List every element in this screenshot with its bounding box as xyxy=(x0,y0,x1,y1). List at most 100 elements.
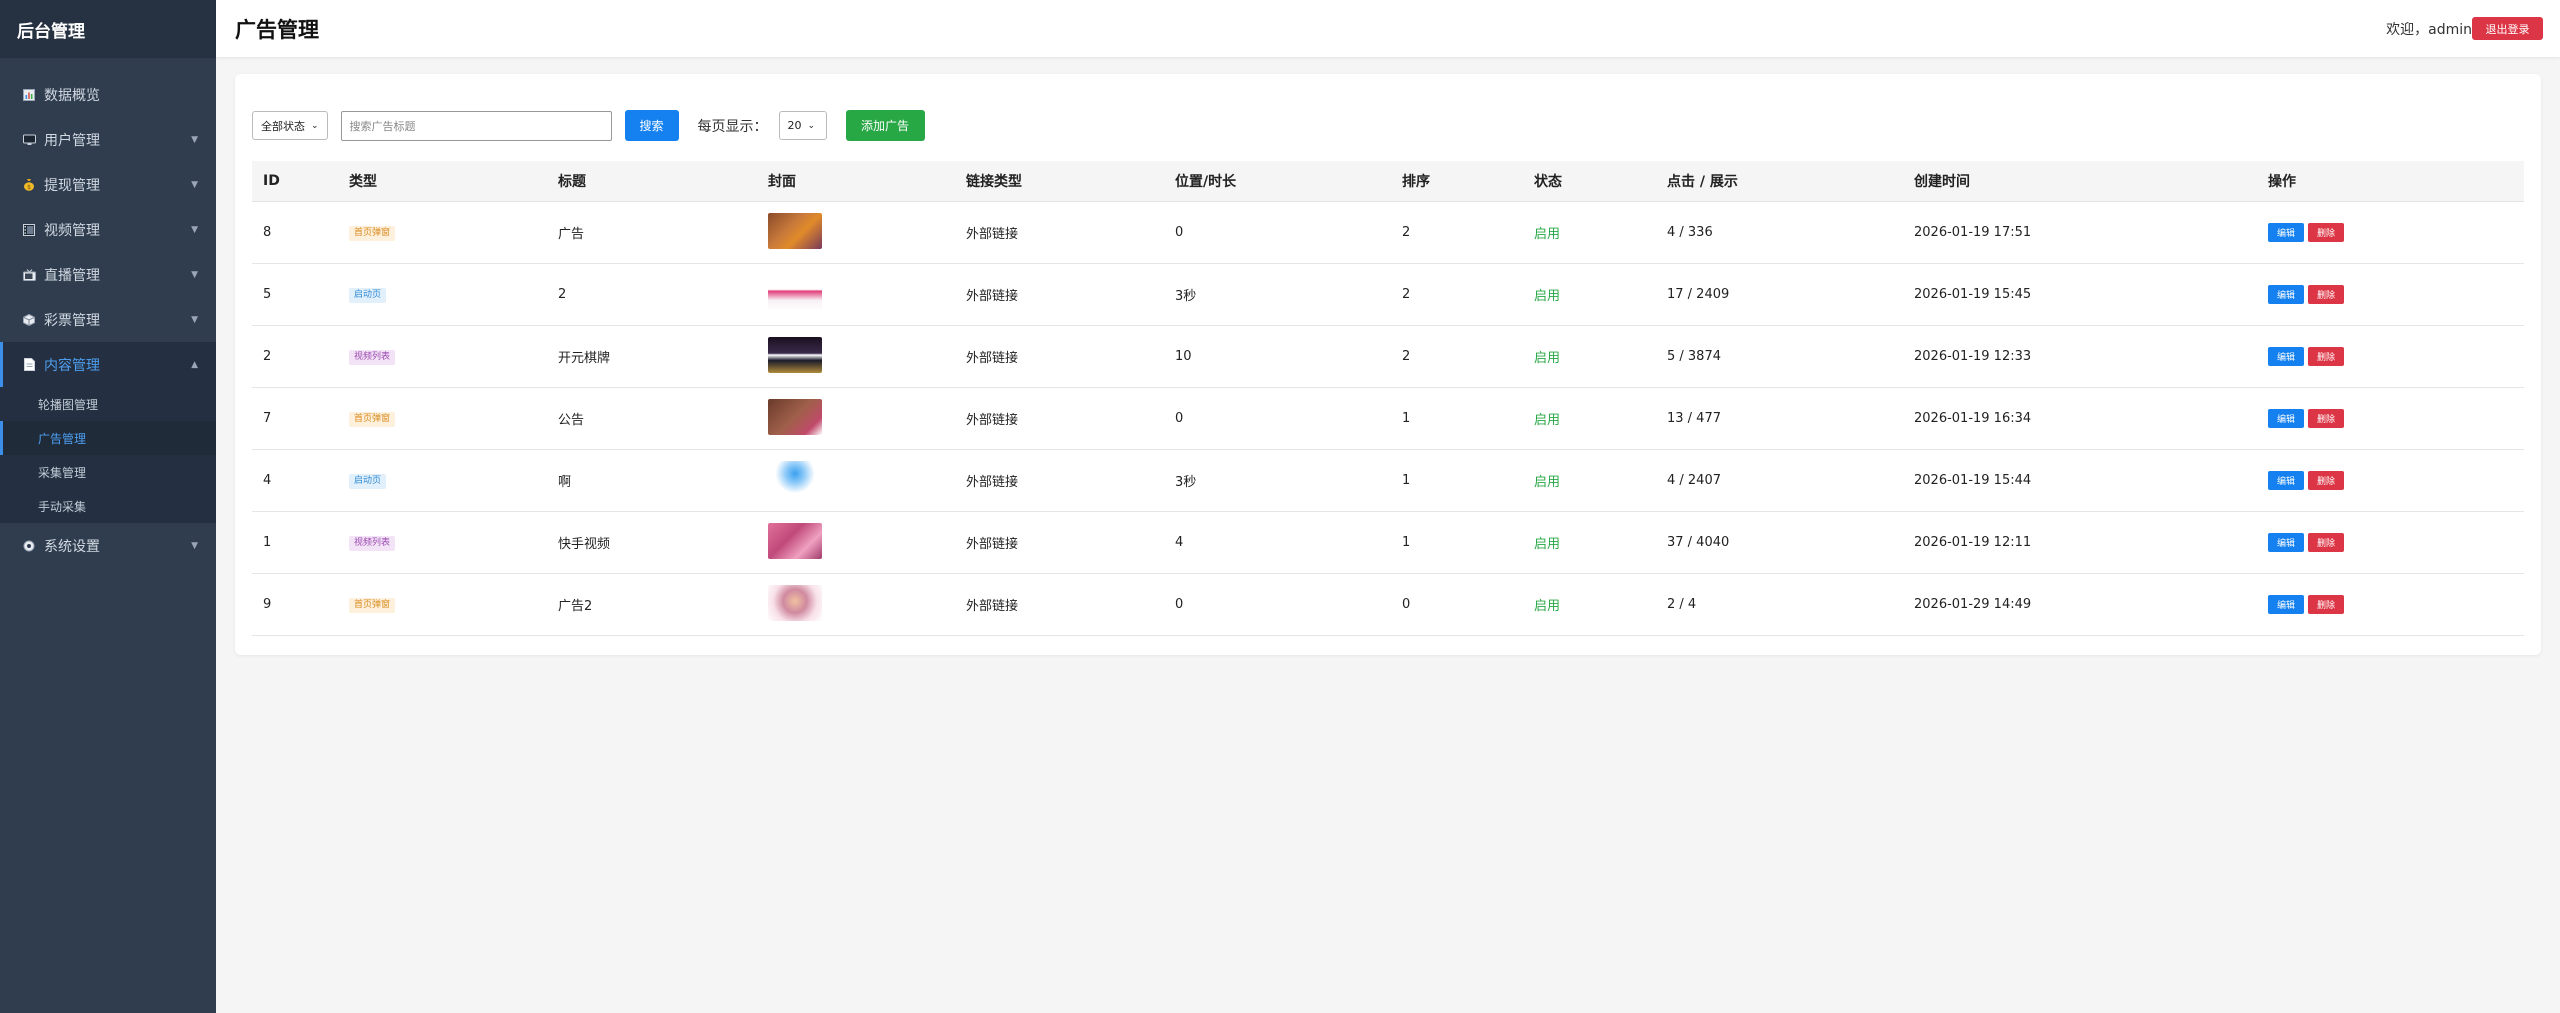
cell-status: 启用 xyxy=(1534,413,1561,428)
sidebar-subitem-carousel[interactable]: 轮播图管理 xyxy=(0,387,216,421)
gear-icon xyxy=(22,539,36,552)
cell-actions: 编辑 删除 xyxy=(2268,471,2524,490)
cell-clicks: 5 / 3874 xyxy=(1667,349,1721,364)
cell-clicks: 17 / 2409 xyxy=(1667,287,1730,302)
cell-position: 3秒 xyxy=(1175,475,1197,490)
sidebar-item-settings[interactable]: 系统设置 ▼ xyxy=(0,523,216,568)
cover-thumbnail xyxy=(768,336,822,373)
add-ad-button[interactable]: 添加广告 xyxy=(845,110,925,141)
cell-link-type: 外部链接 xyxy=(966,599,1019,614)
type-badge: 视频列表 xyxy=(349,350,396,365)
type-badge: 启动页 xyxy=(349,288,387,303)
cell-actions: 编辑 删除 xyxy=(2268,595,2524,614)
cell-status: 启用 xyxy=(1534,227,1561,242)
sidebar-item-label: 用户管理 xyxy=(44,132,100,149)
cell-actions: 编辑 删除 xyxy=(2268,347,2524,366)
edit-button[interactable]: 编辑 xyxy=(2268,533,2304,552)
delete-button[interactable]: 删除 xyxy=(2308,347,2344,366)
cell-clicks: 4 / 336 xyxy=(1667,225,1713,240)
money-bag-icon: $ xyxy=(22,178,36,191)
sidebar-item-users[interactable]: 用户管理 ▼ xyxy=(0,117,216,162)
cell-position: 3秒 xyxy=(1175,289,1197,304)
cell-clicks: 37 / 4040 xyxy=(1667,535,1730,550)
cell-id: 9 xyxy=(263,597,272,612)
cell-actions: 编辑 删除 xyxy=(2268,409,2524,428)
cell-link-type: 外部链接 xyxy=(966,351,1019,366)
cell-title: 广告 xyxy=(558,227,585,242)
cell-actions: 编辑 删除 xyxy=(2268,533,2524,552)
edit-button[interactable]: 编辑 xyxy=(2268,471,2304,490)
search-button[interactable]: 搜索 xyxy=(624,110,679,141)
table-row: 2 视频列表 开元棋牌 外部链接 10 2 启用 5 / 3874 2026-01-19 12:… xyxy=(252,326,2524,388)
cell-status: 启用 xyxy=(1534,351,1561,366)
sidebar-item-videos[interactable]: 视频管理 ▼ xyxy=(0,207,216,252)
sidebar-subitem-collect[interactable]: 采集管理 xyxy=(0,455,216,489)
chevron-down-icon: ▼ xyxy=(191,224,198,235)
cell-id: 8 xyxy=(263,225,272,240)
sidebar-subitem-manual-collect[interactable]: 手动采集 xyxy=(0,489,216,523)
search-input[interactable]: 搜索广告标题 xyxy=(340,110,612,141)
type-badge: 首页弹窗 xyxy=(349,226,396,241)
table-header: ID 类型 标题 封面 链接类型 位置/时长 排序 状态 点击 / 展示 创建时… xyxy=(252,161,2524,202)
per-page-value: 20 xyxy=(787,119,802,132)
status-filter-select[interactable]: 全部状态 ⌄ xyxy=(252,111,328,140)
sidebar-item-label: 提现管理 xyxy=(44,177,100,194)
cell-id: 4 xyxy=(263,473,272,488)
cell-sort: 1 xyxy=(1402,473,1411,488)
logout-button[interactable]: 退出登录 xyxy=(2472,17,2543,40)
monitor-icon xyxy=(22,133,36,146)
cell-cover xyxy=(768,522,966,563)
edit-button[interactable]: 编辑 xyxy=(2268,409,2304,428)
chevron-down-icon: ▼ xyxy=(191,314,198,325)
per-page-label: 每页显示： xyxy=(697,118,768,135)
sidebar-item-lottery[interactable]: 彩票管理 ▼ xyxy=(0,297,216,342)
cell-created: 2026-01-19 16:34 xyxy=(1914,411,2032,426)
ads-table: ID 类型 标题 封面 链接类型 位置/时长 排序 状态 点击 / 展示 创建时… xyxy=(252,161,2524,636)
sidebar-item-label: 数据概览 xyxy=(44,87,100,104)
edit-button[interactable]: 编辑 xyxy=(2268,347,2304,366)
search-placeholder: 搜索广告标题 xyxy=(349,119,416,133)
cell-type: 首页弹窗 xyxy=(349,596,558,613)
col-header-position: 位置/时长 xyxy=(1175,174,1237,190)
sidebar-item-content[interactable]: 内容管理 ▲ xyxy=(0,342,216,387)
cell-type: 视频列表 xyxy=(349,534,558,551)
cell-id: 7 xyxy=(263,411,272,426)
delete-button[interactable]: 删除 xyxy=(2308,595,2344,614)
cover-thumbnail xyxy=(768,522,822,559)
cell-link-type: 外部链接 xyxy=(966,537,1019,552)
chevron-down-icon: ▼ xyxy=(191,269,198,280)
sidebar-item-label: 直播管理 xyxy=(44,267,100,284)
cell-position: 0 xyxy=(1175,225,1184,240)
delete-button[interactable]: 删除 xyxy=(2308,471,2344,490)
delete-button[interactable]: 删除 xyxy=(2308,533,2344,552)
edit-button[interactable]: 编辑 xyxy=(2268,285,2304,304)
cell-status: 启用 xyxy=(1534,537,1561,552)
sidebar-item-live[interactable]: 直播管理 ▼ xyxy=(0,252,216,297)
cell-title: 公告 xyxy=(558,413,585,428)
cell-link-type: 外部链接 xyxy=(966,289,1019,304)
table-row: 9 首页弹窗 广告2 外部链接 0 0 启用 2 / 4 2026-01-29 14:49 编辑删… xyxy=(252,574,2524,636)
sidebar-item-dashboard[interactable]: 数据概览 xyxy=(0,72,216,117)
delete-button[interactable]: 删除 xyxy=(2308,285,2344,304)
col-header-cover: 封面 xyxy=(768,174,796,190)
edit-button[interactable]: 编辑 xyxy=(2268,223,2304,242)
cell-created: 2026-01-19 15:45 xyxy=(1914,287,2032,302)
sidebar-item-withdraw[interactable]: $ 提现管理 ▼ xyxy=(0,162,216,207)
type-badge: 视频列表 xyxy=(349,536,396,551)
cell-sort: 2 xyxy=(1402,349,1411,364)
document-icon xyxy=(22,358,36,371)
cell-sort: 1 xyxy=(1402,535,1411,550)
col-header-actions: 操作 xyxy=(2268,174,2296,190)
col-header-id: ID xyxy=(263,173,280,189)
cell-id: 5 xyxy=(263,287,272,302)
delete-button[interactable]: 删除 xyxy=(2308,223,2344,242)
cell-type: 视频列表 xyxy=(349,348,558,365)
delete-button[interactable]: 删除 xyxy=(2308,409,2344,428)
edit-button[interactable]: 编辑 xyxy=(2268,595,2304,614)
sidebar-nav: 数据概览 用户管理 ▼ $ 提现管理 ▼ 视频管理 ▼ 直播管理 ▼ 彩票管理 … xyxy=(0,58,216,568)
per-page-select[interactable]: 20 ⌄ xyxy=(778,111,827,140)
col-header-link-type: 链接类型 xyxy=(966,174,1022,190)
sidebar-subitem-ads[interactable]: 广告管理 xyxy=(0,421,216,455)
cover-thumbnail xyxy=(768,398,822,435)
cell-id: 2 xyxy=(263,349,272,364)
